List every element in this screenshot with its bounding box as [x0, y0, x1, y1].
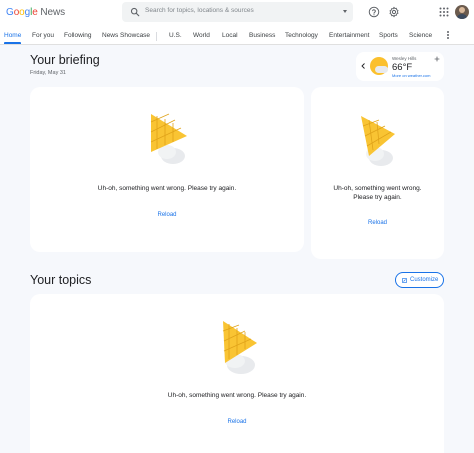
google-news-logo[interactable]: Google News: [6, 7, 65, 18]
search-bar[interactable]: Search for topics, locations & sources: [122, 2, 353, 22]
add-icon[interactable]: [434, 56, 440, 62]
help-icon[interactable]: [368, 6, 380, 18]
ice-cream-error-icon: [361, 116, 395, 166]
topics-card: Uh-oh, something went wrong. Please try …: [30, 294, 444, 453]
reload-button[interactable]: Reload: [30, 212, 304, 218]
error-message: Uh-oh, something went wrong. Please try …: [97, 185, 237, 192]
section-nav: Home For you Following News Showcase U.S…: [0, 28, 474, 45]
topics-title: Your topics: [30, 273, 92, 287]
search-input[interactable]: Search for topics, locations & sources: [145, 7, 254, 14]
tab-local[interactable]: Local: [222, 32, 238, 39]
weather-more-link[interactable]: More on weather.com: [392, 73, 430, 78]
weather-temperature: 66°F: [392, 62, 413, 73]
logo-letter: e: [32, 7, 38, 18]
chevron-left-icon[interactable]: [361, 63, 366, 69]
tab-world[interactable]: World: [193, 32, 210, 39]
briefing-card-side: Uh-oh, something went wrong. Please try …: [311, 87, 444, 259]
avatar[interactable]: [455, 5, 469, 19]
tab-for-you[interactable]: For you: [32, 32, 54, 39]
error-message-line: Please try again.: [353, 194, 402, 201]
apps-icon[interactable]: [438, 6, 450, 18]
error-message: Uh-oh, something went wrong. Please try …: [167, 392, 307, 399]
more-vert-icon[interactable]: [446, 31, 450, 41]
briefing-date: Friday, May 31: [30, 70, 66, 76]
error-message-line: Uh-oh, something went wrong.: [333, 185, 422, 192]
ice-cream-error-icon: [150, 113, 187, 164]
weather-location: Wesley Hills: [392, 56, 417, 61]
settings-icon[interactable]: [388, 6, 400, 18]
ice-cream-error-icon: [222, 321, 257, 374]
logo-news: News: [40, 7, 65, 18]
tab-science[interactable]: Science: [409, 32, 432, 39]
tab-following[interactable]: Following: [64, 32, 91, 39]
briefing-title: Your briefing: [30, 53, 100, 67]
briefing-card-main: Uh-oh, something went wrong. Please try …: [30, 87, 304, 252]
customize-label: Customize: [410, 277, 439, 283]
reload-button[interactable]: Reload: [30, 419, 444, 425]
top-header: Google News Search for topics, locations…: [0, 0, 474, 28]
customize-button[interactable]: Customize: [395, 272, 444, 288]
tab-business[interactable]: Business: [249, 32, 275, 39]
cloud-icon: [375, 66, 388, 73]
tab-us[interactable]: U.S.: [169, 32, 182, 39]
tab-sports[interactable]: Sports: [379, 32, 398, 39]
tab-home[interactable]: Home: [4, 32, 21, 39]
chevron-down-icon[interactable]: [343, 10, 347, 13]
error-message: Uh-oh, something went wrong. Please try …: [311, 184, 444, 202]
active-tab-indicator: [4, 42, 21, 44]
tab-entertainment[interactable]: Entertainment: [329, 32, 369, 39]
tab-technology[interactable]: Technology: [285, 32, 318, 39]
tab-news-showcase[interactable]: News Showcase: [102, 32, 150, 39]
edit-icon: [402, 278, 407, 283]
nav-divider: [156, 32, 157, 41]
logo-letter: G: [6, 7, 14, 18]
reload-button[interactable]: Reload: [311, 220, 444, 226]
weather-widget[interactable]: Wesley Hills 66°F More on weather.com: [356, 52, 444, 81]
search-icon: [130, 7, 140, 17]
